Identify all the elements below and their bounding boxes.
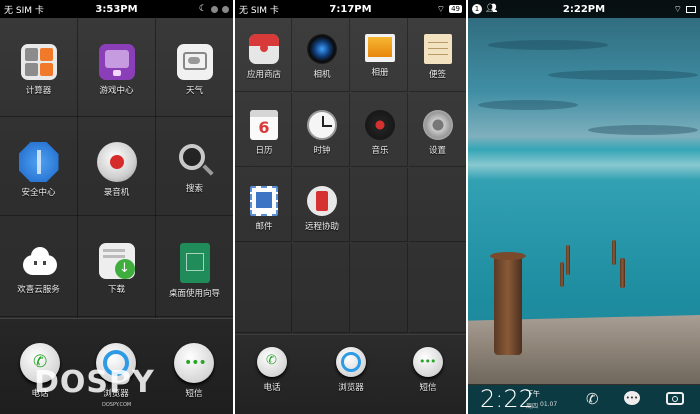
app-clock[interactable]: 时钟 bbox=[293, 110, 351, 156]
status-dot-icon bbox=[211, 5, 218, 13]
status-dot-icon bbox=[222, 5, 229, 13]
watermark-url: DOSPY.COM bbox=[102, 402, 132, 408]
app-label: 设置 bbox=[428, 146, 446, 156]
status-bar: 无 SIM 卡 3:53PM ☾ bbox=[0, 0, 233, 18]
app-remote-assist[interactable]: 远程协助 bbox=[293, 186, 351, 232]
app-label: 日历 bbox=[255, 146, 273, 156]
status-time: 2:22PM bbox=[562, 3, 606, 15]
app-search[interactable]: 搜索 bbox=[156, 142, 233, 194]
app-label: 相册 bbox=[371, 68, 389, 78]
home-screen-1: 无 SIM 卡 3:53PM ☾ 计算器 游戏中心 天气 安全中心 录音机 搜索… bbox=[0, 0, 233, 414]
app-game-center[interactable]: 游戏中心 bbox=[78, 44, 155, 96]
battery-indicator: 49 bbox=[449, 5, 462, 13]
lock-weekday: 周四 bbox=[526, 403, 539, 410]
moon-icon: ☾ bbox=[198, 4, 207, 14]
status-time: 7:17PM bbox=[329, 3, 372, 15]
app-label: 应用商店 bbox=[246, 70, 281, 80]
app-label: 邮件 bbox=[255, 222, 273, 232]
battery-icon bbox=[686, 5, 696, 13]
dock: ✆ 电话 浏览器 ••• 短信 DOSPY DOSPY.COM bbox=[0, 318, 233, 414]
phone-icon: ✆ bbox=[257, 347, 287, 377]
app-label: 音乐 bbox=[371, 146, 389, 156]
app-label: 欢喜云服务 bbox=[17, 285, 60, 295]
dock-phone[interactable]: ✆ 电话 bbox=[255, 347, 289, 393]
security-center-icon bbox=[18, 142, 59, 182]
app-desktop-guide[interactable]: 桌面使用向导 bbox=[156, 243, 233, 299]
lock-bar: 2:22 下午 周四 01.07 ✆ ••• bbox=[468, 384, 700, 414]
calendar-icon: 6 bbox=[250, 110, 278, 140]
dock-browser[interactable]: 浏览器 bbox=[331, 347, 371, 393]
dock-label: 短信 bbox=[185, 389, 203, 399]
app-notes[interactable]: 便签 bbox=[409, 34, 466, 80]
notes-icon bbox=[423, 34, 452, 64]
dock-sms[interactable]: ••• 短信 bbox=[172, 343, 216, 399]
app-calculator[interactable]: 计算器 bbox=[0, 44, 77, 96]
lock-ampm: 下午 bbox=[526, 390, 540, 398]
gallery-icon bbox=[365, 34, 395, 62]
search-icon bbox=[177, 142, 214, 178]
app-label: 桌面使用向导 bbox=[168, 289, 220, 299]
calendar-day: 6 bbox=[258, 118, 270, 137]
app-camera[interactable]: 相机 bbox=[293, 34, 351, 80]
app-weather[interactable]: 天气 bbox=[156, 44, 233, 96]
camera-icon[interactable] bbox=[666, 392, 684, 405]
browser-icon bbox=[336, 347, 366, 377]
app-label: 远程协助 bbox=[304, 222, 339, 232]
app-label: 游戏中心 bbox=[99, 86, 134, 96]
dock-label: 浏览器 bbox=[338, 383, 364, 393]
app-label: 时钟 bbox=[313, 146, 331, 156]
app-app-store[interactable]: 应用商店 bbox=[235, 34, 293, 80]
remote-assist-icon bbox=[307, 186, 337, 216]
app-calendar[interactable]: 6 日历 bbox=[235, 110, 293, 156]
wifi-icon: ⌔ bbox=[673, 4, 682, 15]
recorder-icon bbox=[96, 142, 137, 182]
app-music[interactable]: 音乐 bbox=[351, 110, 409, 156]
dock-label: 短信 bbox=[419, 383, 437, 393]
app-security-center[interactable]: 安全中心 bbox=[0, 142, 77, 198]
app-mail[interactable]: 邮件 bbox=[235, 186, 293, 232]
app-download[interactable]: ↓ 下载 bbox=[78, 243, 155, 295]
app-cloud-service[interactable]: 欢喜云服务 bbox=[0, 243, 77, 295]
app-label: 下载 bbox=[107, 285, 125, 295]
app-label: 计算器 bbox=[25, 86, 52, 96]
app-label: 便签 bbox=[428, 70, 446, 80]
dock: ✆ 电话 浏览器 ••• 短信 bbox=[235, 334, 466, 414]
mail-icon bbox=[250, 186, 278, 216]
status-bar: 1 👥︎ 2:22PM ⌔ bbox=[468, 0, 700, 18]
lock-date: 01.07 bbox=[540, 401, 558, 408]
music-icon bbox=[365, 110, 395, 140]
watermark-logo: DOSPY bbox=[34, 365, 155, 400]
sms-icon: ••• bbox=[413, 347, 443, 377]
app-grid: 计算器 游戏中心 天气 安全中心 录音机 搜索 欢喜云服务 ↓ 下载 桌面使用向… bbox=[0, 18, 233, 318]
dock-sms[interactable]: ••• 短信 bbox=[411, 347, 445, 393]
sms-icon[interactable]: ••• bbox=[624, 391, 640, 405]
status-bar: 无 SIM 卡 7:17PM ⌔ 49 bbox=[235, 0, 466, 18]
settings-icon bbox=[422, 110, 453, 140]
camera-icon bbox=[307, 34, 337, 64]
app-label: 搜索 bbox=[185, 184, 203, 194]
phone-icon[interactable]: ✆ bbox=[586, 390, 599, 408]
app-settings[interactable]: 设置 bbox=[409, 110, 466, 156]
dock-label: 电话 bbox=[263, 383, 281, 393]
app-recorder[interactable]: 录音机 bbox=[78, 142, 155, 198]
sms-icon: ••• bbox=[174, 343, 214, 383]
app-store-icon bbox=[249, 34, 279, 64]
desktop-guide-icon bbox=[179, 243, 210, 283]
game-center-icon bbox=[98, 44, 135, 80]
clock-icon bbox=[307, 110, 337, 140]
weather-icon bbox=[176, 44, 213, 80]
home-screen-2: 无 SIM 卡 7:17PM ⌔ 49 应用商店 相机 相册 便签 6 日历 时… bbox=[235, 0, 466, 414]
app-label: 安全中心 bbox=[21, 188, 56, 198]
download-icon: ↓ bbox=[98, 243, 135, 279]
calculator-icon bbox=[20, 44, 57, 80]
app-label: 相机 bbox=[313, 70, 331, 80]
app-label: 天气 bbox=[185, 86, 203, 96]
cloud-service-icon bbox=[21, 243, 57, 279]
lock-screen: 1 👥︎ 2:22PM ⌔ 2:22 下午 周四 01.07 ✆ ••• bbox=[468, 0, 700, 414]
wifi-icon: ⌔ bbox=[436, 4, 446, 15]
app-gallery[interactable]: 相册 bbox=[351, 34, 409, 78]
app-label: 录音机 bbox=[103, 188, 130, 198]
